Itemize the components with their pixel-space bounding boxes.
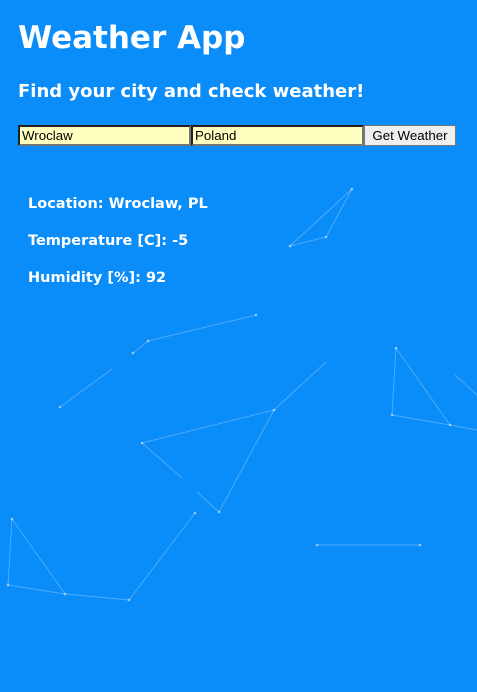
location-result: Location: Wroclaw, PL xyxy=(28,194,208,214)
page-title: Weather App xyxy=(18,20,246,56)
humidity-result: Humidity [%]: 92 xyxy=(28,268,166,288)
get-weather-button[interactable]: Get Weather xyxy=(364,125,456,146)
humidity-value: 92 xyxy=(145,270,167,286)
temperature-label: Temperature [C]: xyxy=(28,233,168,249)
humidity-label: Humidity [%]: xyxy=(28,270,141,286)
country-input[interactable] xyxy=(191,125,364,146)
weather-search-form: Get Weather xyxy=(18,125,456,146)
temperature-value: -5 xyxy=(172,233,189,249)
location-label: Location: xyxy=(28,196,104,212)
weather-app-page: Weather App Find your city and check wea… xyxy=(0,0,477,692)
page-subtitle: Find your city and check weather! xyxy=(18,81,365,102)
city-input[interactable] xyxy=(18,125,191,146)
temperature-result: Temperature [C]: -5 xyxy=(28,231,188,251)
location-value: Wroclaw, PL xyxy=(108,196,208,212)
